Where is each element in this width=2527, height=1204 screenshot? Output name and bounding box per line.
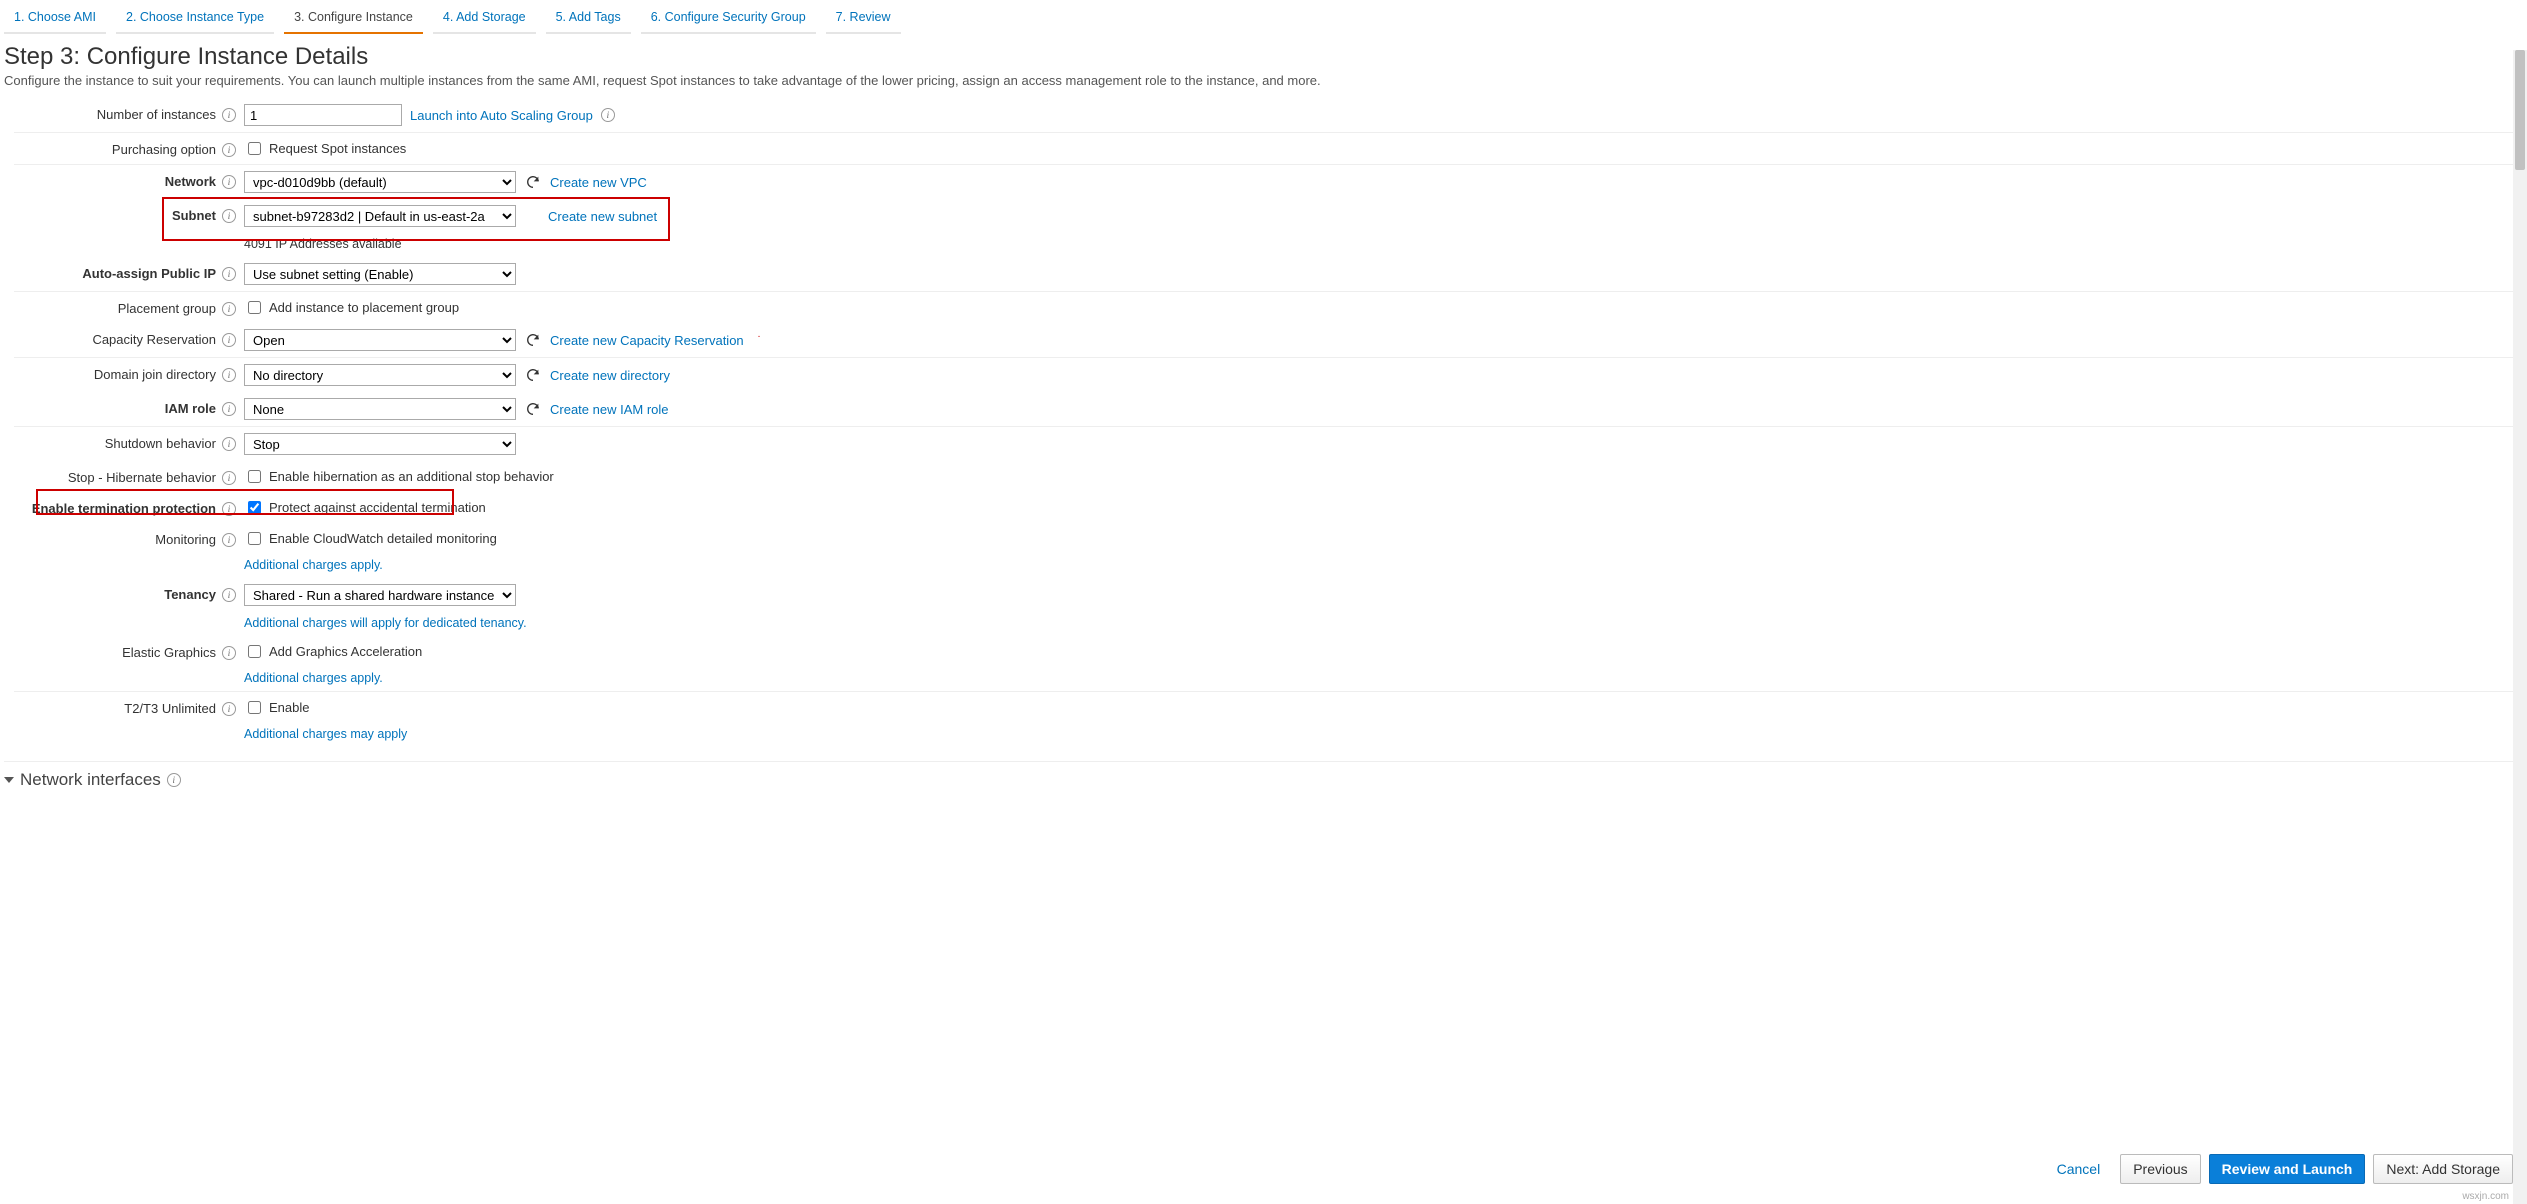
network-select[interactable]: vpc-d010d9bb (default): [244, 171, 516, 193]
tab-security-group[interactable]: 6. Configure Security Group: [641, 6, 816, 34]
info-icon[interactable]: i: [222, 267, 236, 281]
info-icon[interactable]: i: [222, 471, 236, 485]
label-elastic: Elastic Graphics: [122, 645, 216, 660]
launch-asg-link[interactable]: Launch into Auto Scaling Group: [410, 108, 593, 123]
scrollbar[interactable]: [2513, 50, 2527, 1204]
caret-down-icon: [4, 777, 14, 783]
tab-choose-instance-type[interactable]: 2. Choose Instance Type: [116, 6, 274, 34]
t2t3-checkbox[interactable]: [248, 701, 261, 714]
info-icon[interactable]: i: [601, 108, 615, 122]
placement-checkbox[interactable]: [248, 301, 261, 314]
number-of-instances-input[interactable]: [244, 104, 402, 126]
label-capacity: Capacity Reservation: [92, 332, 216, 347]
page-title: Step 3: Configure Instance Details: [4, 43, 2523, 71]
elastic-checkbox-label[interactable]: Add Graphics Acceleration: [244, 642, 422, 661]
tab-add-storage[interactable]: 4. Add Storage: [433, 6, 536, 34]
info-icon[interactable]: i: [222, 209, 236, 223]
shutdown-select[interactable]: Stop: [244, 433, 516, 455]
termprot-checkbox-label[interactable]: Protect against accidental termination: [244, 498, 486, 517]
info-icon[interactable]: i: [222, 333, 236, 347]
tab-add-tags[interactable]: 5. Add Tags: [546, 6, 631, 34]
section-title: Network interfaces: [20, 770, 161, 790]
info-icon[interactable]: i: [222, 175, 236, 189]
spot-checkbox[interactable]: [248, 142, 261, 155]
subnet-select[interactable]: subnet-b97283d2 | Default in us-east-2a: [244, 205, 516, 227]
label-subnet: Subnet: [172, 208, 216, 223]
info-icon[interactable]: i: [222, 302, 236, 316]
domain-select[interactable]: No directory: [244, 364, 516, 386]
tab-configure-instance[interactable]: 3. Configure Instance: [284, 6, 423, 34]
refresh-icon[interactable]: [524, 173, 542, 191]
label-shutdown: Shutdown behavior: [105, 436, 216, 451]
elastic-checkbox[interactable]: [248, 645, 261, 658]
hibernate-checkbox[interactable]: [248, 470, 261, 483]
spot-checkbox-label[interactable]: Request Spot instances: [244, 139, 406, 158]
refresh-icon[interactable]: [524, 366, 542, 384]
create-iam-link[interactable]: Create new IAM role: [550, 402, 669, 417]
label-t2t3: T2/T3 Unlimited: [124, 701, 216, 716]
monitoring-charges-link[interactable]: Additional charges apply.: [244, 558, 383, 572]
review-launch-button[interactable]: Review and Launch: [2209, 1154, 2366, 1184]
tenancy-charges-link[interactable]: Additional charges will apply for dedica…: [244, 616, 527, 630]
previous-button[interactable]: Previous: [2120, 1154, 2200, 1184]
monitoring-checkbox-label[interactable]: Enable CloudWatch detailed monitoring: [244, 529, 497, 548]
info-icon[interactable]: i: [222, 402, 236, 416]
info-icon[interactable]: i: [222, 437, 236, 451]
label-hibernate: Stop - Hibernate behavior: [68, 470, 216, 485]
placement-checkbox-label[interactable]: Add instance to placement group: [244, 298, 459, 317]
label-domain: Domain join directory: [94, 367, 216, 382]
create-directory-link[interactable]: Create new directory: [550, 368, 670, 383]
info-icon[interactable]: i: [222, 143, 236, 157]
wizard-tabs: 1. Choose AMI 2. Choose Instance Type 3.…: [0, 0, 2527, 35]
label-tenancy: Tenancy: [164, 587, 216, 602]
info-icon[interactable]: i: [222, 368, 236, 382]
label-termprot: Enable termination protection: [32, 501, 216, 516]
autoip-select[interactable]: Use subnet setting (Enable): [244, 263, 516, 285]
monitoring-checkbox[interactable]: [248, 532, 261, 545]
info-icon[interactable]: i: [222, 646, 236, 660]
scrollbar-thumb[interactable]: [2515, 50, 2525, 170]
tab-review[interactable]: 7. Review: [826, 6, 901, 34]
iam-select[interactable]: None: [244, 398, 516, 420]
next-button[interactable]: Next: Add Storage: [2373, 1154, 2513, 1184]
tenancy-select[interactable]: Shared - Run a shared hardware instance: [244, 584, 516, 606]
refresh-icon[interactable]: [524, 400, 542, 418]
capacity-select[interactable]: Open: [244, 329, 516, 351]
info-icon[interactable]: i: [222, 533, 236, 547]
create-vpc-link[interactable]: Create new VPC: [550, 175, 647, 190]
configure-form: Number of instances i Launch into Auto Sc…: [14, 98, 2513, 747]
label-instances: Number of instances: [97, 107, 216, 122]
t2t3-checkbox-label[interactable]: Enable: [244, 698, 309, 717]
elastic-charges-link[interactable]: Additional charges apply.: [244, 671, 383, 685]
red-dot: .: [758, 329, 761, 340]
info-icon[interactable]: i: [222, 588, 236, 602]
label-autoip: Auto-assign Public IP: [82, 266, 216, 281]
create-subnet-link[interactable]: Create new subnet: [548, 209, 657, 224]
info-icon[interactable]: i: [222, 108, 236, 122]
hibernate-checkbox-label[interactable]: Enable hibernation as an additional stop…: [244, 467, 554, 486]
network-interfaces-section[interactable]: Network interfaces i: [4, 761, 2523, 790]
info-icon[interactable]: i: [222, 502, 236, 516]
info-icon[interactable]: i: [167, 773, 181, 787]
tab-choose-ami[interactable]: 1. Choose AMI: [4, 6, 106, 34]
t2t3-charges-link[interactable]: Additional charges may apply: [244, 727, 407, 741]
wizard-footer: Cancel Previous Review and Launch Next: …: [2045, 1154, 2513, 1184]
refresh-icon[interactable]: [524, 331, 542, 349]
subnet-ip-count: 4091 IP Addresses available: [244, 237, 2513, 251]
label-network: Network: [165, 174, 216, 189]
info-icon[interactable]: i: [222, 702, 236, 716]
cancel-button[interactable]: Cancel: [2045, 1155, 2113, 1183]
watermark: wsxjn.com: [2462, 1191, 2509, 1202]
label-iam: IAM role: [165, 401, 216, 416]
page-subtitle: Configure the instance to suit your requ…: [4, 73, 2523, 88]
label-placement: Placement group: [118, 301, 216, 316]
termprot-checkbox[interactable]: [248, 501, 261, 514]
label-purchasing: Purchasing option: [112, 142, 216, 157]
label-monitoring: Monitoring: [155, 532, 216, 547]
create-capacity-link[interactable]: Create new Capacity Reservation: [550, 333, 744, 348]
